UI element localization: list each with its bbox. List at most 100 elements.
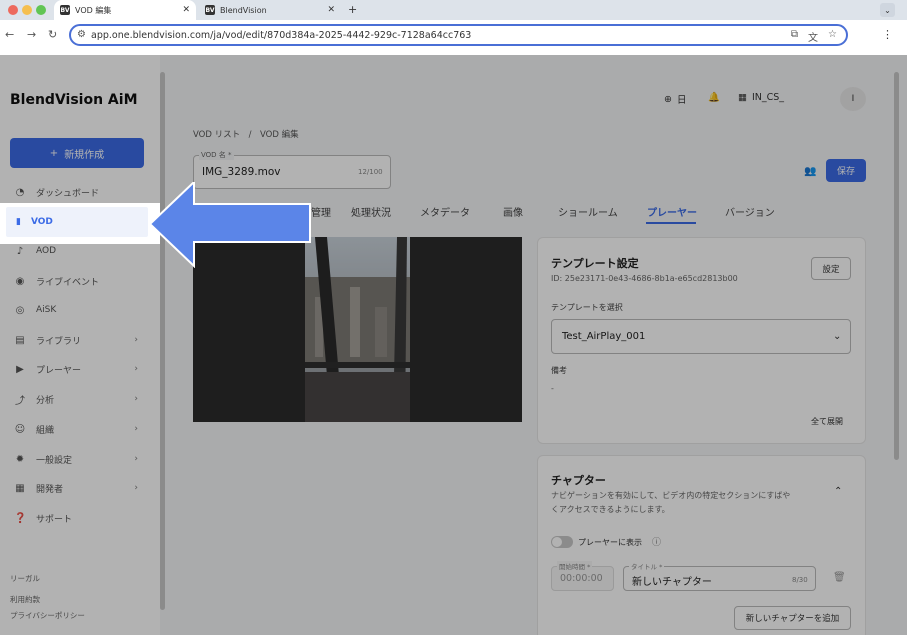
sidebar-item-label: VOD <box>30 217 53 227</box>
brand-logo: BlendVision AiM <box>10 92 138 108</box>
minimize-window-button[interactable] <box>22 5 32 15</box>
tab-processing[interactable]: 処理状況 <box>351 204 391 219</box>
sidebar-item-label: 一般設定 <box>36 455 73 466</box>
library-icon: ▤ <box>15 334 25 346</box>
trash-icon[interactable]: 🗑 <box>833 572 846 583</box>
close-tab-icon[interactable]: ✕ <box>182 5 190 15</box>
chevron-down-icon[interactable]: ⌄ <box>833 331 841 342</box>
sidebar-item-developer[interactable]: ▦ 開発者 › <box>14 478 144 498</box>
browser-menu-icon[interactable]: ⋮ <box>882 28 893 41</box>
new-tab-icon[interactable]: + <box>348 3 357 16</box>
breadcrumb: VOD リスト / VOD 編集 <box>193 130 299 140</box>
sidebar-item-label: プレーヤー <box>36 365 82 376</box>
vod-name-counter: 12/100 <box>358 168 383 176</box>
bookmark-star-icon[interactable]: ☆ <box>828 29 837 40</box>
ai-icon: ◎ <box>15 304 25 316</box>
sidebar-item-organization[interactable]: ☺ 組織 › <box>14 419 144 439</box>
close-window-button[interactable] <box>8 5 18 15</box>
settings-button[interactable]: 設定 <box>811 257 851 280</box>
chevron-right-icon: › <box>134 394 138 404</box>
forward-icon[interactable]: → <box>27 28 36 41</box>
sidebar-item-live[interactable]: ◉ ライブイベント <box>14 271 144 291</box>
blendvision-favicon-icon: BV <box>205 5 215 15</box>
main-scrollbar[interactable] <box>894 72 899 460</box>
sidebar-item-analytics[interactable]: ⤴ 分析 › <box>14 389 144 409</box>
note-label: 備考 <box>551 366 567 375</box>
start-time-value: 00:00:00 <box>560 573 603 584</box>
url-input[interactable]: ⚙ app.one.blendvision.com/ja/vod/edit/87… <box>69 24 848 46</box>
chevron-up-icon[interactable]: ⌃ <box>834 486 842 497</box>
sidebar-item-label: ライブラリ <box>36 336 82 347</box>
tab-management[interactable]: 管理 <box>311 204 331 219</box>
grid-icon: ▦ <box>15 482 25 494</box>
new-create-label: 新規作成 <box>64 149 105 161</box>
sidebar-item-player[interactable]: ▶ プレーヤー › <box>14 359 144 379</box>
sidebar-item-label: AOD <box>36 246 57 256</box>
avatar[interactable]: I <box>840 87 866 111</box>
chapter-description-line1: ナビゲーションを有効にして、ビデオ内の特定セクションにすばや <box>551 491 791 500</box>
sidebar-item-support[interactable]: ❓ サポート <box>14 508 144 528</box>
tab-search-icon[interactable]: ⌄ <box>880 3 895 17</box>
chevron-right-icon: › <box>134 364 138 374</box>
translate-icon[interactable]: 文 <box>808 29 818 44</box>
person-icon[interactable]: 👥 <box>804 166 816 177</box>
tab-images[interactable]: 画像 <box>503 204 523 219</box>
sidebar-item-dashboard[interactable]: ◔ ダッシュボード <box>14 182 144 202</box>
close-tab-icon[interactable]: ✕ <box>327 5 335 15</box>
show-in-player-toggle[interactable] <box>551 536 573 548</box>
install-app-icon[interactable]: ⧉ <box>791 29 798 40</box>
chapter-description-line2: くアクセスできるようにします。 <box>551 505 670 514</box>
sidebar-item-general-settings[interactable]: ✹ 一般設定 › <box>14 449 144 469</box>
template-settings-title: テンプレート設定 <box>551 257 639 270</box>
save-button[interactable]: 保存 <box>826 159 866 182</box>
sidebar-item-library[interactable]: ▤ ライブラリ › <box>14 330 144 350</box>
tab-showroom[interactable]: ショールーム <box>558 204 618 219</box>
gear-icon: ✹ <box>15 453 25 465</box>
privacy-policy-link[interactable]: プライバシーポリシー <box>10 610 85 621</box>
org-switcher[interactable]: ▦ IN_CS_ <box>738 92 784 103</box>
vod-icon: ▮ <box>16 217 21 227</box>
browser-tab-vod-edit[interactable]: BV VOD 編集 ✕ <box>54 0 196 20</box>
template-select[interactable]: Test_AirPlay_001 <box>551 319 851 354</box>
music-note-icon: ♪ <box>16 245 24 257</box>
terms-link[interactable]: 利用約款 <box>10 594 40 605</box>
pointer-arrow-icon <box>150 182 311 268</box>
chevron-right-icon: › <box>134 335 138 345</box>
expand-all-button[interactable]: 全て展開 <box>811 416 843 427</box>
add-chapter-button[interactable]: 新しいチャプターを追加 <box>734 606 851 630</box>
legal-link[interactable]: リーガル <box>10 573 40 584</box>
site-info-icon[interactable]: ⚙ <box>77 29 86 40</box>
bell-icon[interactable]: 🔔 <box>708 92 720 103</box>
tab-label: BlendVision <box>220 5 267 15</box>
language-switcher[interactable]: ⊕ 日 <box>664 92 687 107</box>
people-icon: ☺ <box>14 423 26 435</box>
browser-tab-blendvision[interactable]: BV BlendVision ✕ <box>199 0 341 20</box>
new-create-button[interactable]: + 新規作成 <box>10 138 144 168</box>
vod-name-label: VOD 名 * <box>199 150 234 160</box>
start-time-label: 開始時間 * <box>557 561 593 571</box>
tab-player[interactable]: プレーヤー <box>647 204 697 219</box>
globe-icon: ⊕ <box>664 93 672 105</box>
tab-version[interactable]: バージョン <box>725 204 775 219</box>
info-icon[interactable]: ⓘ <box>652 535 661 548</box>
building-icon: ▦ <box>738 92 747 103</box>
player-icon: ▶ <box>16 363 24 375</box>
maximize-window-button[interactable] <box>36 5 46 15</box>
tab-metadata[interactable]: メタデータ <box>420 204 470 219</box>
support-icon: ❓ <box>14 512 27 524</box>
chapter-title: チャプター <box>551 474 606 487</box>
language-label: 日 <box>676 95 687 106</box>
sidebar-item-vod-highlighted[interactable]: ▮ VOD <box>6 207 148 237</box>
blendvision-favicon-icon: BV <box>60 5 70 15</box>
live-icon: ◉ <box>15 275 25 287</box>
dashboard-icon: ◔ <box>15 186 25 198</box>
sidebar-item-aisk[interactable]: ◎ AiSK <box>14 300 144 320</box>
video-thumbnail <box>305 237 410 422</box>
sidebar-item-aod[interactable]: ♪ AOD <box>14 241 144 261</box>
back-icon[interactable]: ← <box>5 28 14 41</box>
chart-icon: ⤴ <box>15 395 25 407</box>
chapter-title-counter: 8/30 <box>792 576 808 584</box>
reload-icon[interactable]: ↻ <box>48 28 57 41</box>
sidebar-scrollbar[interactable] <box>160 72 165 610</box>
chevron-right-icon: › <box>134 454 138 464</box>
